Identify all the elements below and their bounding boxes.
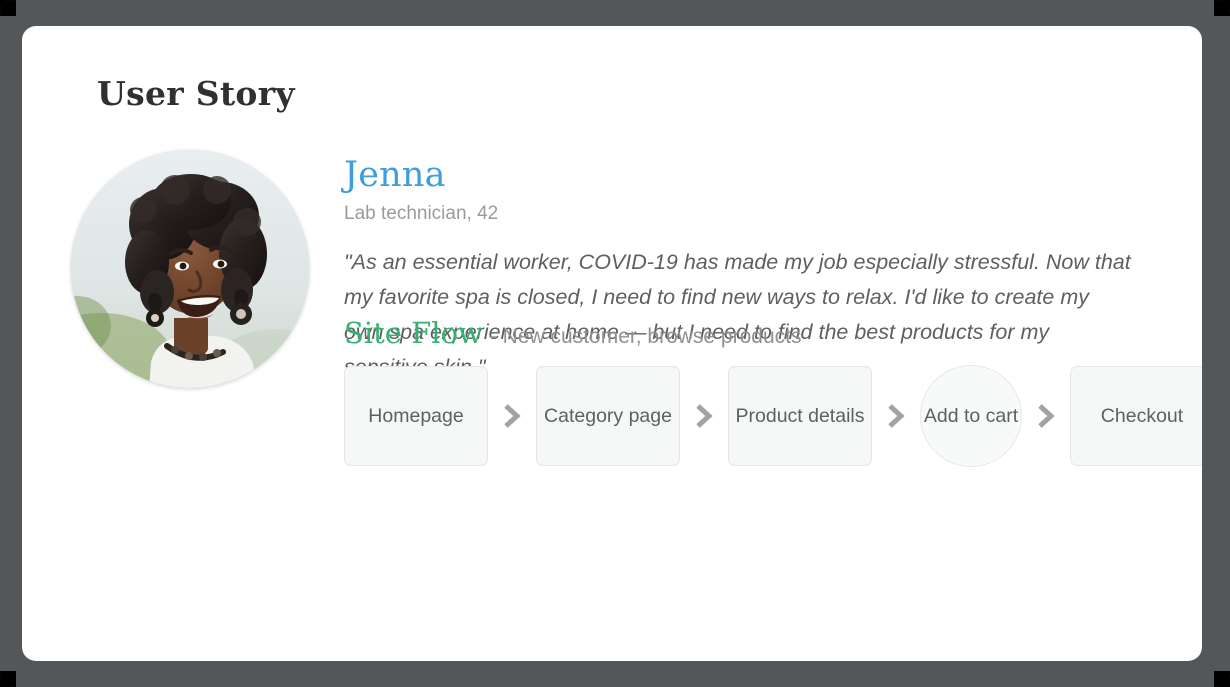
page-title: User Story: [97, 74, 295, 113]
chevron-right-icon: [1022, 402, 1070, 430]
persona-block: Jenna Lab technician, 42 "As an essentia…: [344, 154, 1144, 385]
flow-step-label: Category page: [544, 405, 672, 427]
flow-step-product-details[interactable]: Product details: [728, 366, 872, 466]
corner-mask-bottom-right: [1214, 671, 1230, 687]
chevron-right-icon: [872, 402, 920, 430]
site-flow-title: Site Flow: [344, 316, 483, 350]
corner-mask-top-left: [0, 0, 16, 16]
chevron-right-icon: [488, 402, 536, 430]
screen-backdrop: User Story Jenna Lab technician, 42 "As …: [0, 0, 1230, 687]
flow-step-homepage[interactable]: Homepage: [344, 366, 488, 466]
user-story-card: User Story Jenna Lab technician, 42 "As …: [22, 26, 1202, 661]
persona-name: Jenna: [344, 155, 446, 195]
corner-mask-bottom-left: [0, 671, 16, 687]
flow-step-label: Product details: [735, 405, 865, 427]
corner-mask-top-right: [1214, 0, 1230, 16]
flow-step-label: Homepage: [368, 405, 464, 427]
flow-step-checkout[interactable]: Checkout: [1070, 366, 1202, 479]
site-flow-heading: Site Flow - New customer, browse products: [344, 316, 801, 350]
site-flow-subtitle: - New customer, browse products: [489, 325, 802, 348]
chevron-right-icon: [680, 402, 728, 430]
flow-step-label: Checkout: [1100, 405, 1184, 427]
flow-step-category-page[interactable]: Category page: [536, 366, 680, 466]
flow-step-label: Add to cart: [923, 405, 1019, 427]
site-flow-diagram: Homepage Category page Product details A…: [344, 356, 1202, 479]
flow-step-add-to-cart[interactable]: Add to cart: [920, 365, 1022, 467]
persona-role: Lab technician, 42: [344, 203, 499, 224]
avatar: [71, 150, 309, 388]
avatar-photo: [71, 150, 309, 388]
